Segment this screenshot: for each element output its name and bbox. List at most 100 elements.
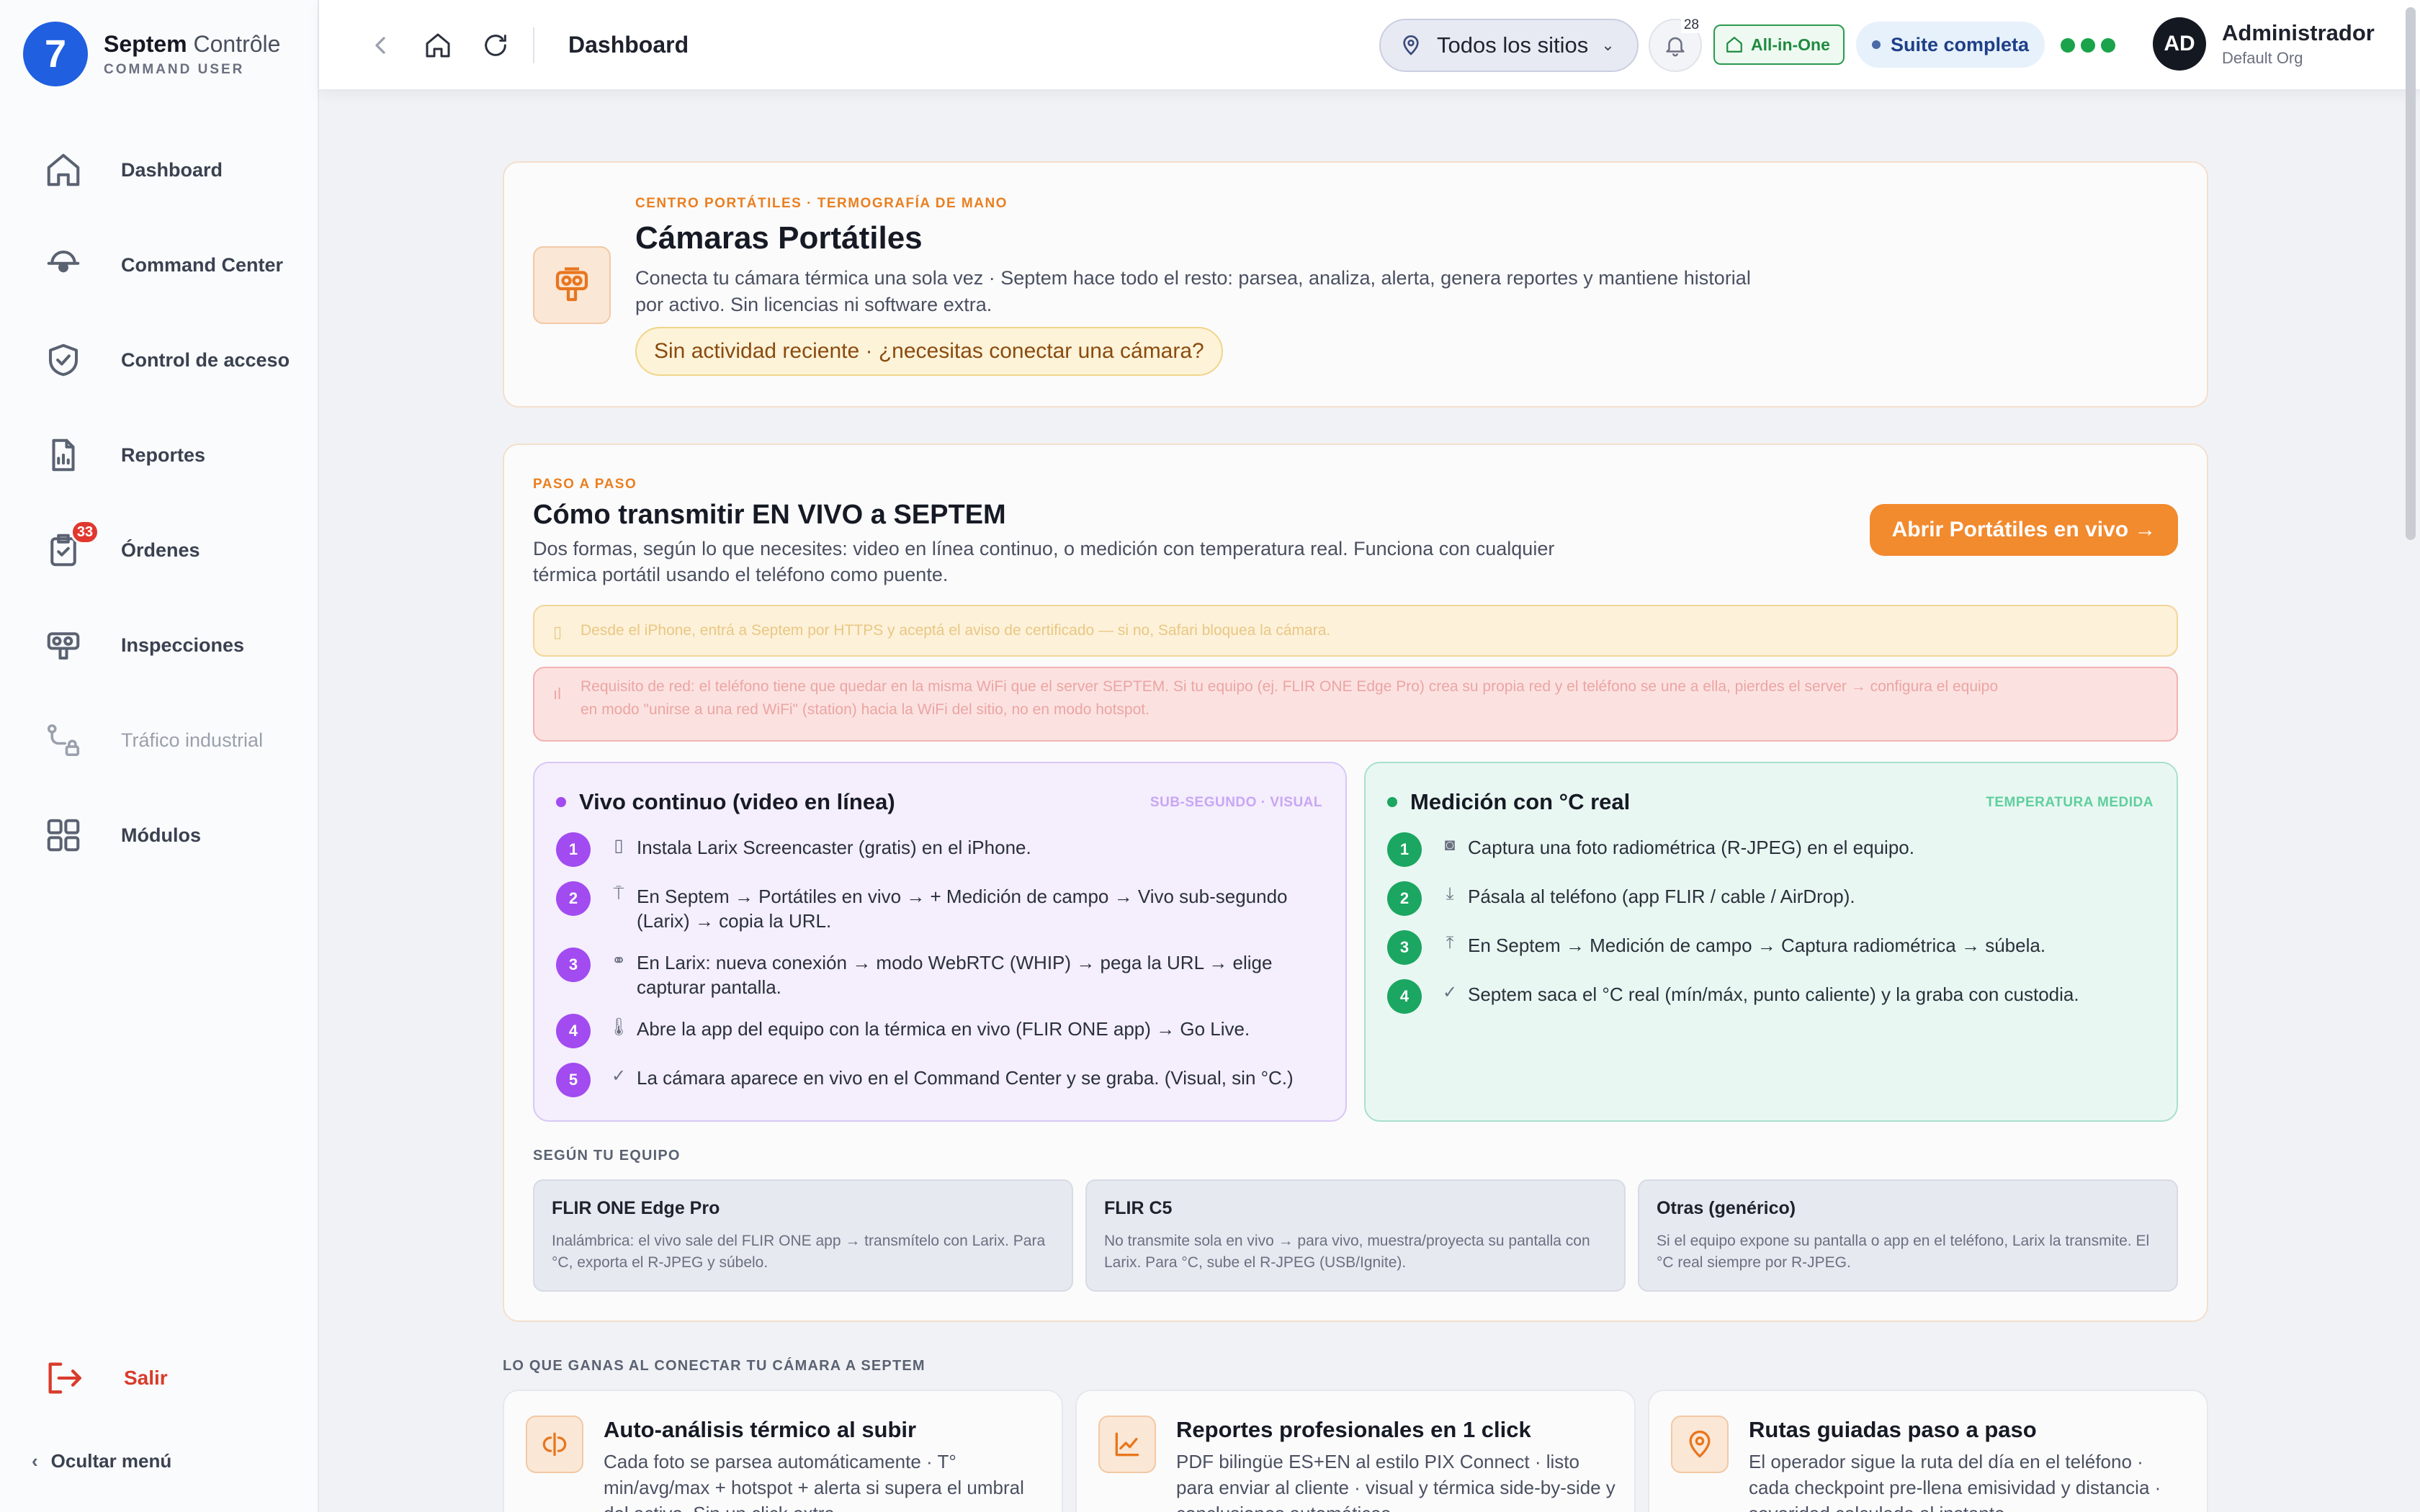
page-scrollbar[interactable] (2406, 7, 2416, 540)
equipment-section-label: SEGÚN TU EQUIPO (533, 1148, 681, 1164)
equipment-description: No transmite sola en vivo → para vivo, m… (1104, 1233, 1590, 1271)
open-live-portables-button[interactable]: Abrir Portátiles en vivo → (1870, 504, 2178, 556)
gain-description: El operador sigue la ruta del día en el … (1749, 1451, 2161, 1512)
step-text: En Septem → Portátiles en vivo → + Medic… (637, 886, 1288, 932)
sidebar-item-label: Órdenes (121, 539, 200, 561)
portable-cameras-hero: CENTRO PORTÁTILES · TERMOGRAFÍA DE MANO … (503, 161, 2208, 408)
flow-title: Medición con °C real (1410, 789, 1631, 814)
toolbar-divider (533, 27, 534, 63)
live-steps: 1 ▯ Instala Larix Screencaster (gratis) … (556, 832, 1327, 1115)
status-dot (2081, 38, 2095, 53)
brand[interactable]: 7 Septem Contrôle COMMAND USER (23, 22, 280, 86)
home-icon (1726, 37, 1742, 53)
flow-dot (1387, 797, 1397, 807)
gain-title: Auto-análisis térmico al subir (604, 1417, 917, 1442)
step-text: Septem saca el °C real (mín/máx, punto c… (1468, 984, 2079, 1005)
equipment-card-flir-c5[interactable]: FLIR C5 No transmite sola en vivo → para… (1085, 1179, 1626, 1292)
flow-header: Vivo continuo (video en línea) (556, 789, 895, 815)
sidebar-item-inspecciones[interactable]: Inspecciones (0, 598, 319, 693)
gain-description: PDF bilingüe ES+EN al estilo PIX Connect… (1176, 1451, 1615, 1512)
sidebar-item-trafico-industrial[interactable]: Tráfico industrial (0, 693, 319, 788)
suite-badge-label: Suite completa (1891, 33, 2030, 55)
step-text: La cámara aparece en vivo en el Command … (637, 1067, 1294, 1089)
activity-status-pill[interactable]: Sin actividad reciente · ¿necesitas cone… (635, 327, 1223, 376)
dome-camera-icon (43, 245, 84, 285)
equipment-description: Si el equipo expone su pantalla o app en… (1657, 1233, 2150, 1271)
gain-card-auto-analysis[interactable]: Auto-análisis térmico al subir Cada foto… (503, 1390, 1063, 1512)
orders-badge: 33 (71, 520, 99, 544)
clipboard-check-icon: 33 (43, 520, 99, 570)
hide-menu-label: Ocultar menú (50, 1450, 172, 1472)
logout-icon (48, 1362, 81, 1394)
step: 2 ⤓ Pásala al teléfono (app FLIR / cable… (1387, 881, 2158, 916)
system-status-indicator[interactable] (2061, 38, 2115, 53)
thermal-camera-icon (533, 246, 611, 324)
signal-icon: ıl (553, 685, 561, 703)
notifications-count: 28 (1680, 17, 1702, 33)
step: 5 ✓ La cámara aparece en vivo en el Comm… (556, 1063, 1327, 1097)
download-icon: ⤓ (1446, 884, 1454, 904)
sidebar-item-label: Tráfico industrial (121, 729, 264, 751)
sidebar-item-reportes[interactable]: Reportes (0, 408, 319, 503)
user-org: Default Org (2222, 49, 2303, 67)
sidebar-item-label: Inspecciones (121, 634, 245, 656)
chevron-left-icon (375, 37, 385, 54)
brand-name-bold: Septem (104, 30, 187, 57)
logout-button[interactable]: Salir (43, 1357, 168, 1399)
link-icon: ⚭ (611, 951, 627, 971)
sidebar-item-modulos[interactable]: Módulos (0, 788, 319, 883)
gain-card-reports[interactable]: Reportes profesionales en 1 click PDF bi… (1075, 1390, 1636, 1512)
back-button[interactable] (364, 29, 397, 62)
chevron-down-icon: ⌄ (1601, 36, 1615, 54)
gain-card-guided-routes[interactable]: Rutas guiadas paso a paso El operador si… (1648, 1390, 2208, 1512)
network-notice-line-2: en modo "unirse a una red WiFi" (station… (581, 701, 1150, 718)
status-dot (2061, 38, 2075, 53)
plan-badge: All-in-One (1713, 24, 1845, 65)
user-meta: Administrador Default Org (2222, 20, 2375, 68)
equipment-card-flir-one-edge-pro[interactable]: FLIR ONE Edge Pro Inalámbrica: el vivo s… (533, 1179, 1073, 1292)
user-menu[interactable]: AD Administrador Default Org (2153, 17, 2375, 71)
chevron-left-icon: ‹ (32, 1450, 38, 1472)
sidebar-item-control-de-acceso[interactable]: Control de acceso (0, 312, 319, 408)
live-streaming-guide: PASO A PASO Cómo transmitir EN VIVO a SE… (503, 444, 2208, 1322)
step-number: 3 (1387, 930, 1422, 965)
brand-name-light: Contrôle (187, 30, 281, 57)
gain-title: Reportes profesionales en 1 click (1176, 1417, 1531, 1442)
equipment-card-generic[interactable]: Otras (genérico) Si el equipo expone su … (1638, 1179, 2178, 1292)
step-number: 2 (556, 881, 591, 916)
flow-title: Vivo continuo (video en línea) (579, 789, 895, 814)
flow-tag: SUB-SEGUNDO · VISUAL (1150, 795, 1322, 810)
guide-eyebrow: PASO A PASO (533, 477, 637, 492)
sidebar-item-label: Control de acceso (121, 348, 290, 371)
plan-badge-label: All-in-One (1751, 35, 1830, 54)
sidebar-item-label: Dashboard (121, 158, 223, 181)
guide-title: Cómo transmitir EN VIVO a SEPTEM (533, 500, 1006, 530)
site-selector[interactable]: Todos los sitios ⌄ (1379, 19, 1639, 72)
sidebar-item-command-center[interactable]: Command Center (0, 217, 319, 312)
suite-badge: Suite completa (1856, 22, 2045, 68)
grid-icon (43, 815, 84, 855)
https-notice-text: Desde el iPhone, entrá a Septem por HTTP… (581, 622, 1331, 639)
refresh-icon (485, 35, 506, 56)
sidebar-item-dashboard[interactable]: Dashboard (0, 122, 319, 217)
step-number: 1 (556, 832, 591, 867)
sidebar-item-ordenes[interactable]: 33 Órdenes (0, 503, 319, 598)
sidebar-item-label: Command Center (121, 253, 284, 276)
thermal-analysis-icon (526, 1416, 583, 1473)
home-button[interactable] (421, 29, 454, 62)
step: 4 🌡 Abre la app del equipo con la térmic… (556, 1014, 1327, 1048)
hide-menu-button[interactable]: ‹ Ocultar menú (32, 1450, 171, 1472)
equipment-title: FLIR ONE Edge Pro (552, 1198, 720, 1218)
sidebar-item-label: Reportes (121, 444, 206, 466)
brand-text: Septem Contrôle COMMAND USER (104, 31, 280, 78)
check-circle-icon: ✓ (1442, 983, 1458, 1002)
sidebar-nav: Dashboard Command Center Control de acce… (0, 122, 319, 883)
equipment-title: Otras (genérico) (1657, 1198, 1796, 1218)
logout-label: Salir (124, 1367, 168, 1389)
bell-icon (1666, 37, 1685, 57)
step: 4 ✓ Septem saca el °C real (mín/máx, pun… (1387, 979, 2158, 1014)
map-pin-icon (1671, 1416, 1729, 1473)
refresh-button[interactable] (479, 29, 512, 62)
notifications-button[interactable]: 28 (1649, 17, 1702, 72)
topbar: Dashboard Todos los sitios ⌄ 28 All-in-O… (319, 0, 2420, 91)
